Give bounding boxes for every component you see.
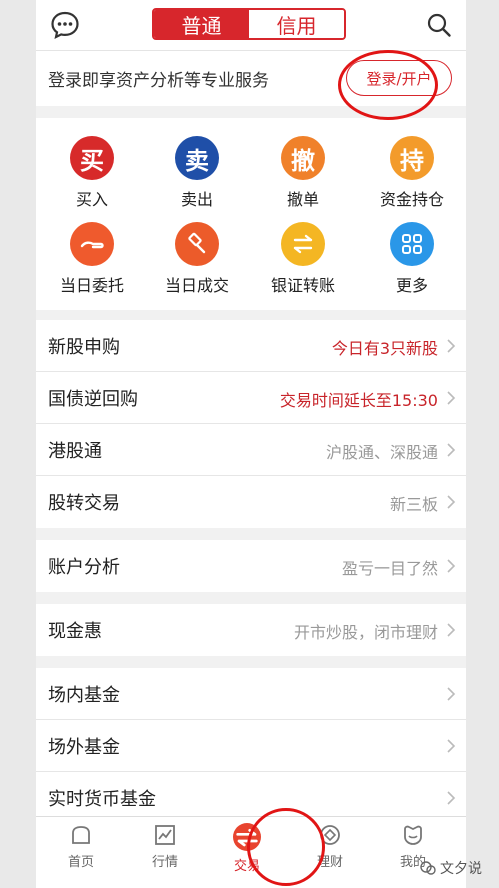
row-value: 盈亏一目了然	[341, 559, 438, 578]
row-value: 开市炒股，闭市理财	[293, 623, 438, 642]
wechat-icon	[420, 861, 436, 875]
cancel-order-icon: 撤	[281, 136, 325, 180]
account-type-switch: 普通 信用	[152, 8, 346, 40]
today-orders-button[interactable]: 当日委托	[42, 222, 142, 296]
row-label: 场外基金	[48, 737, 120, 758]
more-button[interactable]: 更多	[362, 222, 462, 296]
tab-label: 行情	[151, 855, 178, 870]
holdings-label: 资金持仓	[379, 190, 444, 209]
cash-benefit-section: 现金惠 开市炒股，闭市理财	[36, 604, 466, 656]
trade-tab-highlight-circle	[247, 808, 325, 886]
bank-transfer-label: 银证转账	[270, 276, 335, 295]
buy-label: 买入	[75, 190, 108, 209]
chevron-right-icon	[447, 443, 456, 457]
hand-icon	[70, 222, 114, 266]
row-value: 新三板	[389, 495, 438, 514]
chevron-right-icon	[447, 339, 456, 353]
holdings-button[interactable]: 持 资金持仓	[362, 136, 462, 210]
row-label: 账户分析	[48, 557, 120, 578]
bank-transfer-button[interactable]: 银证转账	[253, 222, 353, 296]
tab-label: 首页	[67, 855, 94, 870]
chevron-right-icon	[447, 791, 456, 805]
exchange-fund-row[interactable]: 场内基金	[36, 668, 466, 720]
gavel-icon	[175, 222, 219, 266]
row-label: 实时货币基金	[48, 789, 156, 810]
chart-icon	[155, 825, 175, 845]
tab-market[interactable]: 行情	[125, 823, 205, 870]
fund-section: 场内基金 场外基金 实时货币基金	[36, 668, 466, 824]
holdings-icon: 持	[390, 136, 434, 180]
chevron-right-icon	[447, 739, 456, 753]
sell-button[interactable]: 卖 卖出	[147, 136, 247, 210]
row-label: 现金惠	[48, 621, 102, 642]
sell-icon: 卖	[175, 136, 219, 180]
top-bar: 普通 信用	[36, 0, 466, 50]
watermark-text: 文夕说	[440, 861, 482, 877]
watermark: 文夕说	[420, 858, 482, 878]
chevron-right-icon	[447, 687, 456, 701]
today-deals-button[interactable]: 当日成交	[147, 222, 247, 296]
function-grid: 买 买入 卖 卖出 撤 撤单 持 资金持仓 当日委托 当日成交 银证转账 更多	[36, 118, 466, 310]
buy-icon: 买	[70, 136, 114, 180]
cancel-order-button[interactable]: 撤 撤单	[253, 136, 353, 210]
home-icon	[72, 826, 90, 844]
account-analysis-section: 账户分析 盈亏一目了然	[36, 540, 466, 592]
sell-label: 卖出	[180, 190, 213, 209]
tab-normal[interactable]: 普通	[154, 10, 249, 38]
chevron-right-icon	[447, 495, 456, 509]
row-label: 国债逆回购	[48, 389, 138, 410]
row-value: 交易时间延长至15:30	[279, 391, 438, 410]
row-label: 股转交易	[48, 493, 120, 514]
buy-button[interactable]: 买 买入	[42, 136, 142, 210]
chevron-right-icon	[447, 623, 456, 637]
message-icon[interactable]	[50, 10, 80, 40]
row-label: 港股通	[48, 441, 102, 462]
today-deals-label: 当日成交	[164, 276, 229, 295]
today-orders-label: 当日委托	[59, 276, 124, 295]
chevron-right-icon	[447, 559, 456, 573]
login-highlight-circle	[338, 50, 438, 120]
profile-icon	[404, 825, 422, 845]
ipo-subscription-row[interactable]: 新股申购 今日有3只新股	[36, 320, 466, 372]
search-icon[interactable]	[426, 12, 452, 38]
tab-home[interactable]: 首页	[41, 823, 121, 870]
more-label: 更多	[395, 276, 428, 295]
cancel-order-label: 撤单	[286, 190, 319, 209]
hk-connect-row[interactable]: 港股通 沪股通、深股通	[36, 424, 466, 476]
transfer-icon	[281, 222, 325, 266]
otc-fund-row[interactable]: 场外基金	[36, 720, 466, 772]
tab-credit[interactable]: 信用	[249, 10, 344, 38]
login-prompt: 登录即享资产分析等专业服务	[48, 71, 269, 91]
row-label: 场内基金	[48, 685, 120, 706]
row-value: 今日有3只新股	[331, 339, 438, 358]
trade-screen: 普通 信用 登录即享资产分析等专业服务 登录/开户 买 买入 卖 卖出 撤 撤单…	[36, 0, 466, 888]
row-value: 沪股通、深股通	[325, 443, 438, 462]
reverse-repo-row[interactable]: 国债逆回购 交易时间延长至15:30	[36, 372, 466, 424]
chevron-right-icon	[447, 391, 456, 405]
row-label: 新股申购	[48, 337, 120, 358]
cash-benefit-row[interactable]: 现金惠 开市炒股，闭市理财	[36, 604, 466, 656]
grid-icon	[390, 222, 434, 266]
trade-services-list: 新股申购 今日有3只新股 国债逆回购 交易时间延长至15:30 港股通 沪股通、…	[36, 320, 466, 528]
neeq-trading-row[interactable]: 股转交易 新三板	[36, 476, 466, 528]
account-analysis-row[interactable]: 账户分析 盈亏一目了然	[36, 540, 466, 592]
